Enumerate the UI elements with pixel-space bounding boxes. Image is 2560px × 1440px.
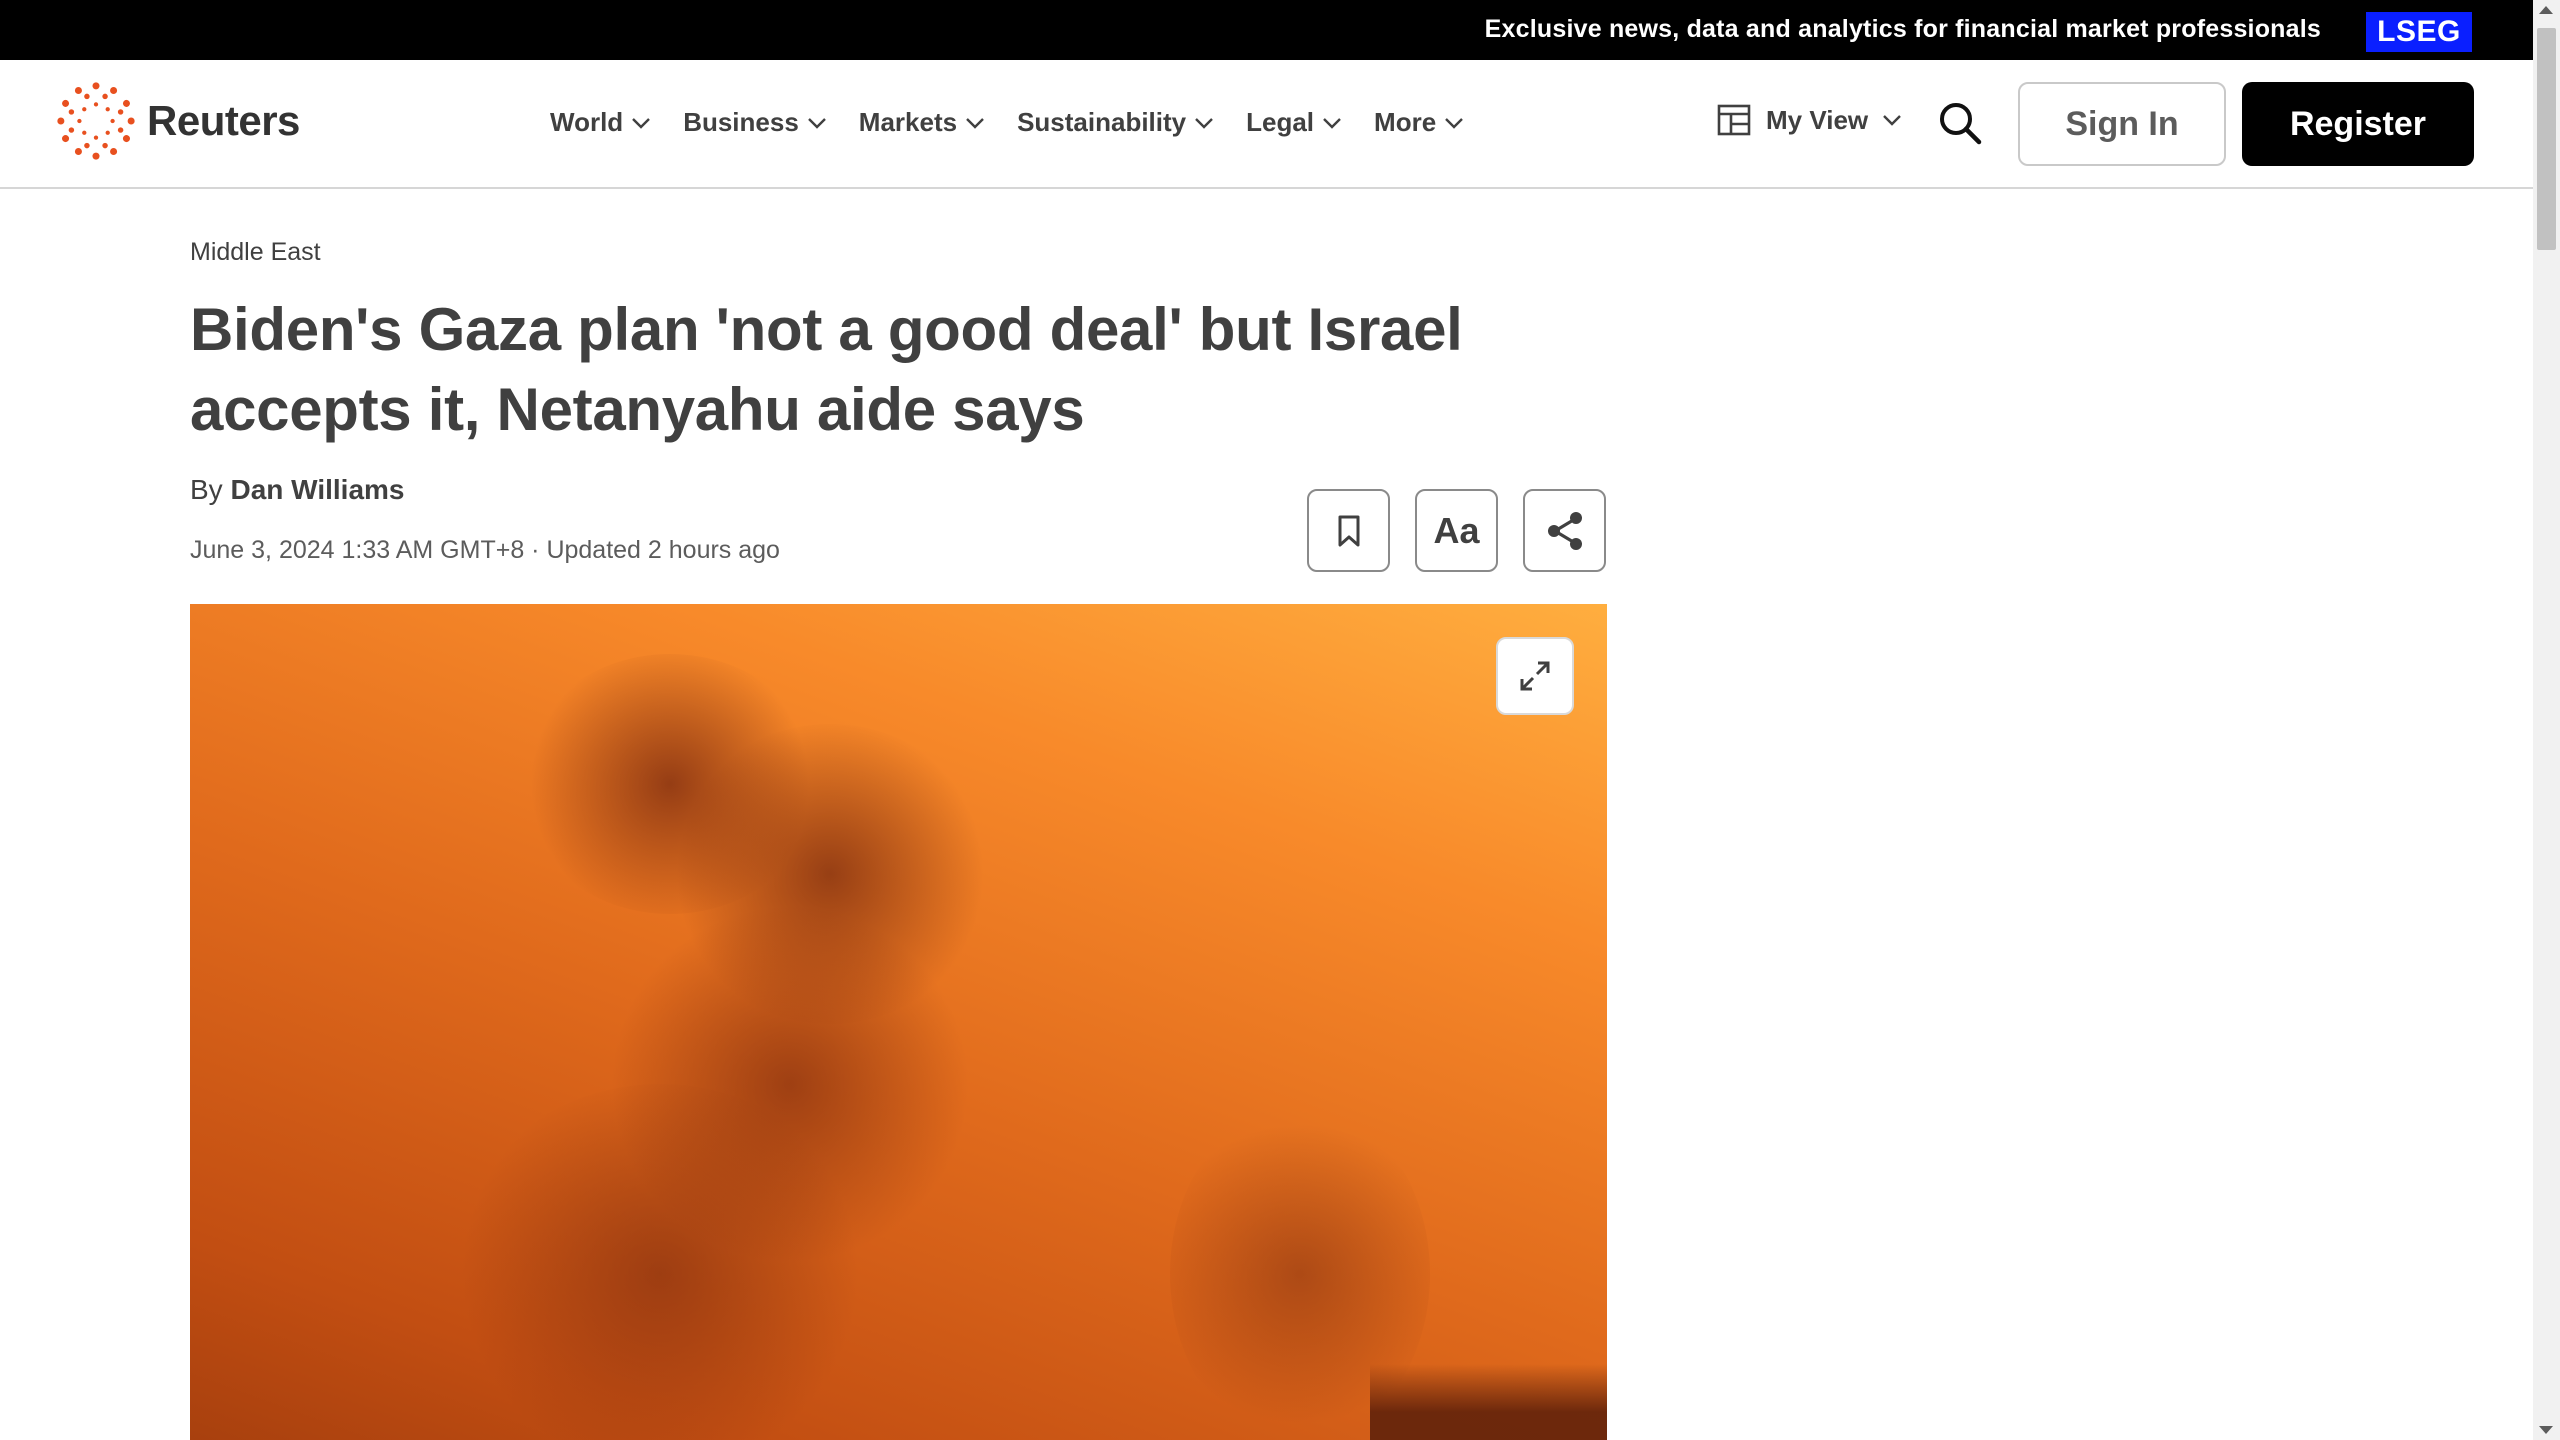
smoke-plume — [450, 1084, 870, 1440]
byline-prefix: By — [190, 474, 223, 505]
chevron-down-icon — [1323, 117, 1341, 129]
my-view-menu[interactable]: My View — [1716, 102, 1902, 138]
chevron-down-icon — [632, 117, 651, 129]
share-icon — [1547, 511, 1582, 550]
article-dateline: June 3, 2024 1:33 AM GMT+8 · Updated 2 h… — [190, 536, 780, 564]
promo-banner[interactable]: Exclusive news, data and analytics for f… — [0, 0, 2533, 60]
share-button[interactable] — [1523, 489, 1606, 572]
chevron-down-icon — [1883, 115, 1901, 126]
author-link[interactable]: Dan Williams — [230, 474, 404, 505]
byline: By Dan Williams — [190, 474, 404, 506]
nav-markets-label: Markets — [858, 107, 958, 137]
nav-world[interactable]: World — [550, 107, 651, 138]
expand-photo-button[interactable] — [1496, 637, 1574, 715]
nav-markets[interactable]: Markets — [859, 107, 985, 138]
bookmark-icon — [1338, 515, 1359, 546]
article-headline: Biden's Gaza plan 'not a good deal' but … — [190, 296, 1463, 443]
chevron-down-icon — [807, 117, 826, 129]
nav-more[interactable]: More — [1374, 107, 1464, 138]
scroll-thumb[interactable] — [2537, 28, 2556, 250]
font-size-button[interactable]: Aa — [1415, 489, 1498, 572]
nav-sustainability-label: Sustainability — [1017, 107, 1187, 137]
expand-icon — [1520, 661, 1550, 691]
chevron-down-icon — [1445, 117, 1464, 129]
reuters-logo[interactable]: Reuters — [55, 80, 300, 162]
search-icon[interactable] — [1937, 100, 1983, 146]
main-nav: World Business Markets Sustainability Le… — [550, 60, 1464, 185]
article-photo — [190, 604, 1607, 1440]
scroll-down-arrow-icon[interactable] — [2539, 1426, 2553, 1434]
scroll-up-arrow-icon[interactable] — [2539, 6, 2553, 14]
reuters-logo-icon — [57, 82, 135, 160]
chevron-down-icon — [966, 117, 984, 129]
register-button[interactable]: Register — [2242, 82, 2474, 166]
nav-business[interactable]: Business — [683, 107, 827, 138]
promo-text[interactable]: Exclusive news, data and analytics for f… — [1485, 15, 2321, 44]
sign-in-button[interactable]: Sign In — [2018, 82, 2226, 166]
brand-name: Reuters — [147, 97, 300, 144]
nav-legal[interactable]: Legal — [1246, 107, 1342, 138]
nav-legal-label: Legal — [1246, 107, 1315, 137]
section-link[interactable]: Middle East — [190, 238, 321, 267]
site-header: Reuters World Business Markets Sustainab… — [0, 60, 2533, 189]
my-view-label: My View — [1766, 104, 1869, 135]
nav-business-label: Business — [683, 107, 799, 137]
skyline — [1370, 1364, 1607, 1440]
my-view-icon — [1717, 104, 1751, 136]
nav-world-label: World — [550, 107, 624, 137]
lseg-badge[interactable]: LSEG — [2366, 12, 2472, 52]
bookmark-button[interactable] — [1307, 489, 1390, 572]
chevron-down-icon — [1195, 117, 1213, 129]
nav-more-label: More — [1374, 107, 1437, 137]
page-scrollbar[interactable] — [2533, 0, 2560, 1440]
nav-sustainability[interactable]: Sustainability — [1017, 107, 1214, 138]
